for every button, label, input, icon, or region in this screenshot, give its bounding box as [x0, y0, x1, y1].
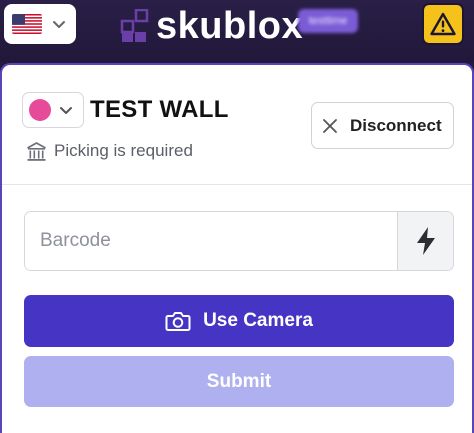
environment-badge: testtime	[298, 9, 358, 33]
skublox-logo-icon	[120, 9, 149, 42]
disconnect-button[interactable]: Disconnect	[311, 102, 454, 149]
submit-label: Submit	[206, 370, 272, 392]
station-header: TEST WALL	[22, 91, 229, 129]
us-flag-icon	[12, 14, 42, 34]
camera-icon	[165, 312, 191, 331]
warning-icon	[430, 12, 456, 36]
picking-status-text: Picking is required	[54, 141, 193, 160]
flash-button[interactable]	[397, 212, 453, 270]
brand-name: skublox	[156, 5, 304, 47]
use-camera-button[interactable]: Use Camera	[24, 295, 454, 347]
lightning-icon	[416, 227, 435, 255]
picking-status: Picking is required	[26, 139, 193, 163]
brand: skublox	[120, 6, 303, 46]
station-color-select[interactable]	[22, 92, 84, 128]
chevron-down-icon	[60, 107, 72, 114]
divider	[2, 184, 472, 185]
station-name: TEST WALL	[90, 96, 229, 123]
barcode-input[interactable]	[25, 212, 397, 270]
chevron-down-icon	[53, 21, 65, 28]
top-bar: skublox testtime	[0, 0, 474, 62]
close-icon	[323, 118, 337, 133]
barcode-input-group	[24, 211, 454, 271]
submit-button[interactable]: Submit	[24, 356, 454, 407]
language-select[interactable]	[4, 4, 76, 44]
station-color-dot	[29, 99, 51, 121]
use-camera-label: Use Camera	[203, 310, 313, 331]
warning-button[interactable]	[422, 3, 464, 45]
warehouse-icon	[27, 141, 46, 161]
disconnect-label: Disconnect	[350, 115, 442, 135]
station-card: TEST WALL Picking is required Disconnect	[0, 63, 474, 433]
